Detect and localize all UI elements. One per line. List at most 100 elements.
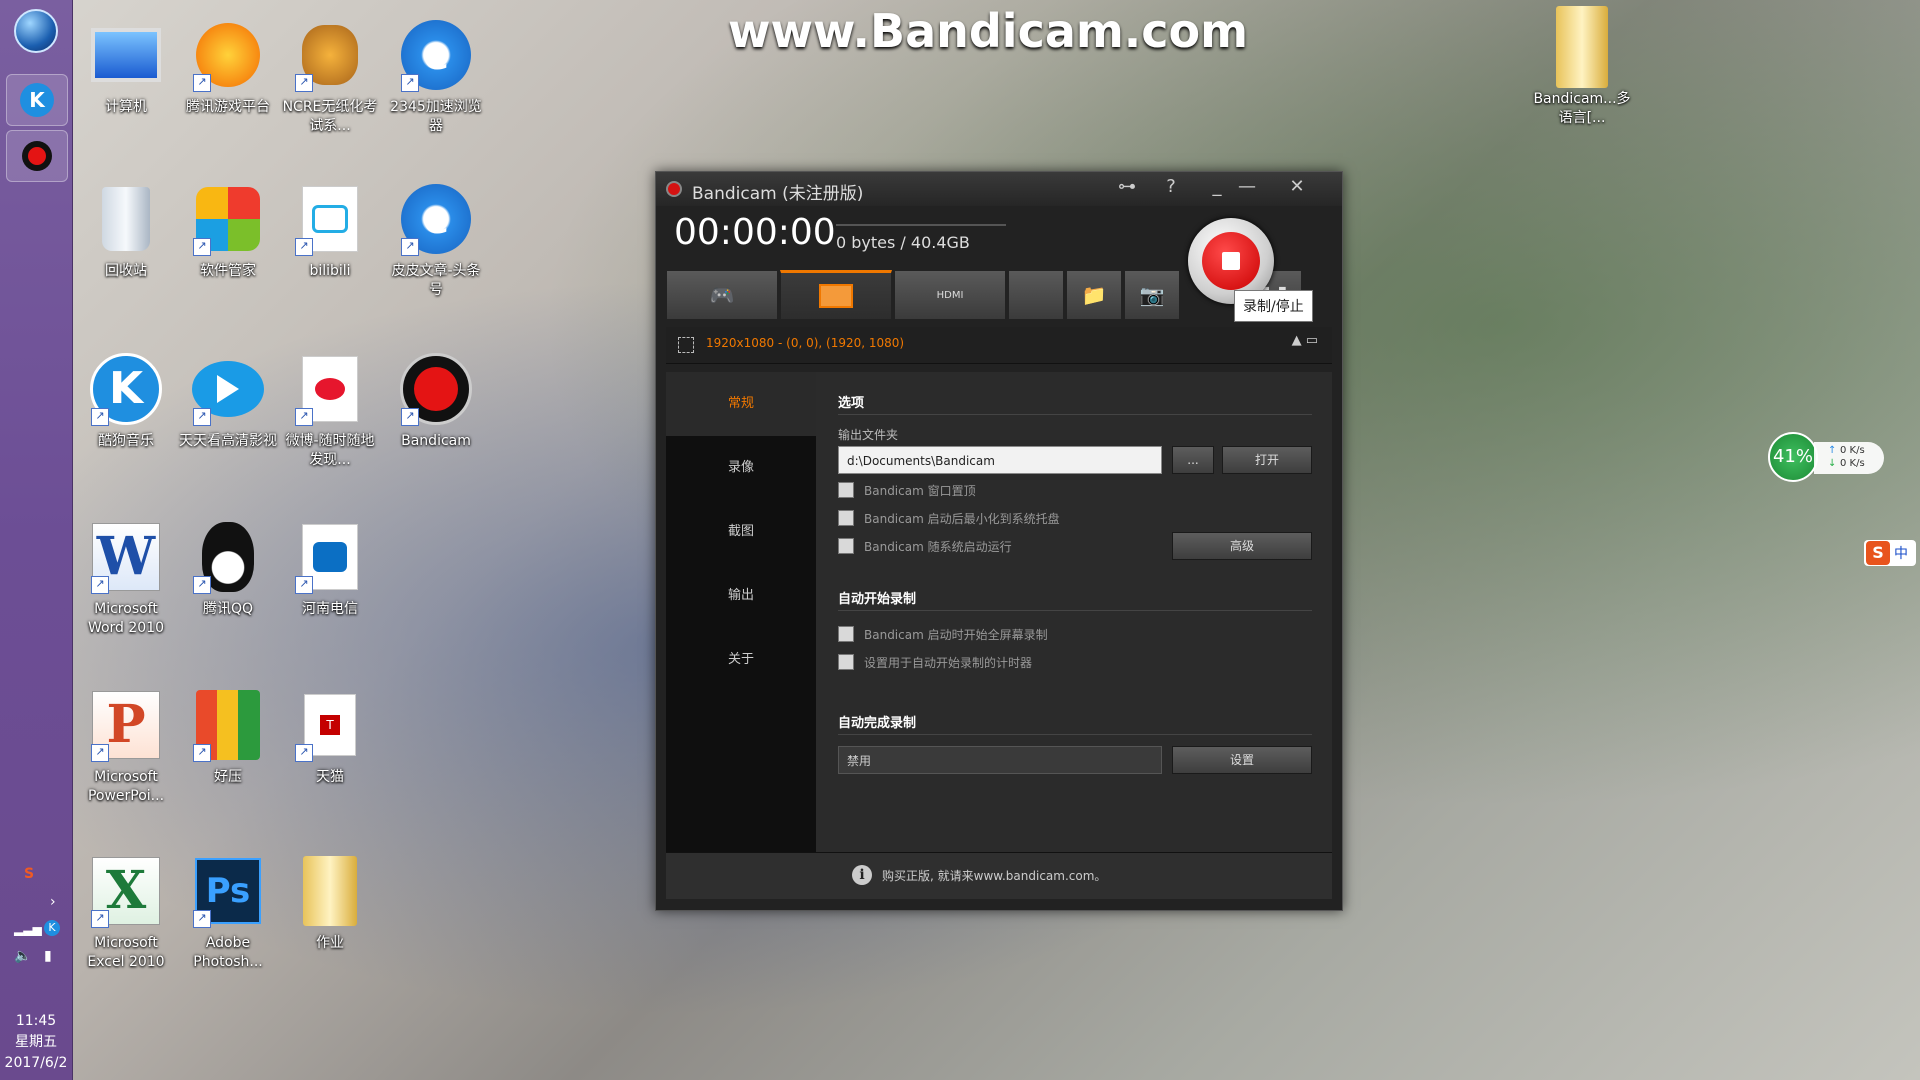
title-bar[interactable]: Bandicam (未注册版) ⊶ ? _ — ✕: [656, 172, 1342, 206]
desktop-icon-label: 腾讯QQ: [202, 601, 254, 617]
sidebar-item-image[interactable]: 截图: [666, 500, 816, 564]
recycle-bin-icon: [87, 180, 165, 258]
window-title: Bandicam (未注册版): [692, 184, 864, 204]
desktop-icon-tmall[interactable]: T ↗ 天猫: [280, 686, 380, 787]
desktop-icon-bandicam-folder[interactable]: Bandicam...多语言[...: [1530, 6, 1634, 128]
desktop-icon-homework-folder[interactable]: 作业: [280, 852, 380, 953]
advanced-button[interactable]: 高级: [1172, 532, 1312, 560]
desktop-icon-bandicam[interactable]: ↗ Bandicam: [386, 350, 486, 451]
open-folder-button[interactable]: 📁: [1066, 270, 1122, 320]
desktop-icon-label: 回收站: [105, 263, 147, 279]
purchase-link[interactable]: 购买正版, 就请来www.bandicam.com。: [882, 867, 1106, 884]
checkbox-label: Bandicam 启动后最小化到系统托盘: [864, 512, 1060, 526]
desktop-icon-label: Bandicam...多语言[...: [1533, 91, 1631, 126]
sidebar-item-general[interactable]: 常规: [666, 372, 816, 436]
desktop-icon-ncre[interactable]: ↗ NCRE无纸化考试系...: [280, 16, 380, 136]
ime-toolbar[interactable]: S 中: [1864, 540, 1916, 566]
kugou-tray-icon[interactable]: K: [44, 920, 60, 936]
battery-icon[interactable]: ▮: [44, 948, 52, 964]
desktop-icon-label: 河南电信: [302, 601, 358, 617]
desktop-icon-computer[interactable]: 计算机: [76, 16, 176, 117]
desktop-icon-label: 微博-随时随地发现...: [285, 433, 375, 468]
desktop-icon-haozip[interactable]: ↗ 好压: [178, 686, 278, 787]
desktop-icon-henan-telecom[interactable]: ↗ 河南电信: [280, 518, 380, 619]
memory-usage: 41%: [1768, 432, 1818, 482]
tab-screen[interactable]: [780, 270, 892, 320]
checkbox-always-on-top[interactable]: [838, 482, 854, 498]
desktop-icon-excel[interactable]: X ↗ Microsoft Excel 2010: [76, 852, 176, 972]
output-folder-input[interactable]: d:\Documents\Bandicam: [838, 446, 1162, 474]
record-stop-icon: [1202, 232, 1260, 290]
desktop-icon-tiantian[interactable]: ↗ 天天看高清影视: [178, 350, 278, 451]
checkbox-run-on-startup[interactable]: [838, 538, 854, 554]
network-speed-widget[interactable]: 41% ↑ 0 K/s ↓ 0 K/s: [1768, 432, 1884, 482]
tray-expand-icon[interactable]: ›: [50, 894, 56, 910]
start-button[interactable]: [6, 6, 66, 56]
sidebar-item-about[interactable]: 关于: [666, 628, 816, 692]
taskbar-kugou-button[interactable]: K: [6, 74, 68, 126]
settings-button[interactable]: 设置: [1172, 746, 1312, 774]
desktop-icon-word[interactable]: W ↗ Microsoft Word 2010: [76, 518, 176, 638]
sidebar-item-video[interactable]: 录像: [666, 436, 816, 500]
record-tooltip: 录制/停止: [1234, 290, 1313, 322]
key-icon[interactable]: ⊶: [1112, 176, 1142, 197]
capture-area-bar[interactable]: 1920x1080 - (0, 0), (1920, 1080) ▲ ▭: [666, 327, 1332, 364]
desktop-icon-photoshop[interactable]: Ps ↗ Adobe Photosh...: [178, 852, 278, 972]
checkbox-minimize-to-tray[interactable]: [838, 510, 854, 526]
help-button[interactable]: ?: [1156, 176, 1186, 197]
output-folder-label: 输出文件夹: [838, 428, 899, 442]
browse-button[interactable]: ...: [1172, 446, 1214, 474]
desktop-icon-label: Microsoft PowerPoi...: [87, 769, 165, 804]
desktop-icon-qq[interactable]: ↗ 腾讯QQ: [178, 518, 278, 619]
windows-orb-icon: [14, 9, 58, 53]
sidebar-item-output[interactable]: 输出: [666, 564, 816, 628]
open-button[interactable]: 打开: [1222, 446, 1312, 474]
recording-timer: 00:00:00: [674, 212, 836, 253]
kugou-icon: K: [20, 83, 54, 117]
upload-speed: 0 K/s: [1840, 445, 1865, 456]
clock-day: 星期五: [15, 1034, 57, 1050]
download-arrow-icon: ↓: [1828, 458, 1837, 469]
desktop-icon-2345-browser[interactable]: e ↗ 2345加速浏览器: [386, 16, 486, 136]
photoshop-icon: Ps ↗: [189, 852, 267, 930]
minimize-button[interactable]: —: [1232, 176, 1262, 197]
desktop-icon-pipi-article[interactable]: e ↗ 皮皮文章-头条号: [386, 180, 486, 300]
desktop-icon-bilibili[interactable]: ↗ bilibili: [280, 180, 380, 281]
desktop-icon-label: 软件管家: [200, 263, 256, 279]
tencent-games-icon: ↗: [189, 16, 267, 94]
desktop-icon-powerpoint[interactable]: P ↗ Microsoft PowerPoi...: [76, 686, 176, 806]
screenshot-button[interactable]: 📷: [1124, 270, 1180, 320]
auto-complete-field[interactable]: 禁用: [838, 746, 1162, 774]
auto-complete-title: 自动完成录制: [838, 716, 917, 731]
desktop-icon-recycle-bin[interactable]: 回收站: [76, 180, 176, 281]
kugou-icon: K ↗: [87, 350, 165, 428]
expand-window-icon[interactable]: ▲ ▭: [1292, 333, 1318, 348]
tab-game[interactable]: 🎮: [666, 270, 778, 320]
desktop-icon-tencent-games[interactable]: ↗ 腾讯游戏平台: [178, 16, 278, 117]
taskbar-bandicam-button[interactable]: [6, 130, 68, 182]
net-speed-box: ↑ 0 K/s ↓ 0 K/s: [1814, 442, 1884, 474]
checkbox-auto-fullscreen[interactable]: [838, 626, 854, 642]
desktop-icon-software-manager[interactable]: ↗ 软件管家: [178, 180, 278, 281]
close-button[interactable]: ✕: [1282, 176, 1312, 197]
desktop-icon-weibo[interactable]: ↗ 微博-随时随地发现...: [280, 350, 380, 470]
clock[interactable]: 11:45 星期五 2017/6/2: [0, 1011, 72, 1074]
telecom-icon: ↗: [291, 518, 369, 596]
mini-mode-button[interactable]: _: [1202, 176, 1232, 197]
options-title: 选项: [838, 396, 865, 411]
volume-icon[interactable]: 🔈: [14, 948, 31, 964]
settings-sidebar: 常规 录像 截图 输出 关于: [666, 372, 816, 852]
desktop-icon-label: 天猫: [316, 769, 344, 785]
capture-area-text: 1920x1080 - (0, 0), (1920, 1080): [706, 336, 905, 350]
footer-bar: i 购买正版, 就请来www.bandicam.com。: [666, 852, 1332, 899]
watermark: www.Bandicam.com: [728, 4, 1249, 58]
ime-language[interactable]: 中: [1894, 543, 1908, 563]
tab-hdmi[interactable]: HDMI: [894, 270, 1006, 320]
desktop-icon-kugou[interactable]: K ↗ 酷狗音乐: [76, 350, 176, 451]
weibo-icon: ↗: [291, 350, 369, 428]
desktop-icon-label: 酷狗音乐: [98, 433, 154, 449]
signal-icon[interactable]: ▂▃▅: [14, 922, 42, 936]
desktop-icon-label: Bandicam: [401, 433, 471, 449]
checkbox-auto-timer[interactable]: [838, 654, 854, 670]
sogou-tray-icon[interactable]: S: [24, 866, 34, 882]
